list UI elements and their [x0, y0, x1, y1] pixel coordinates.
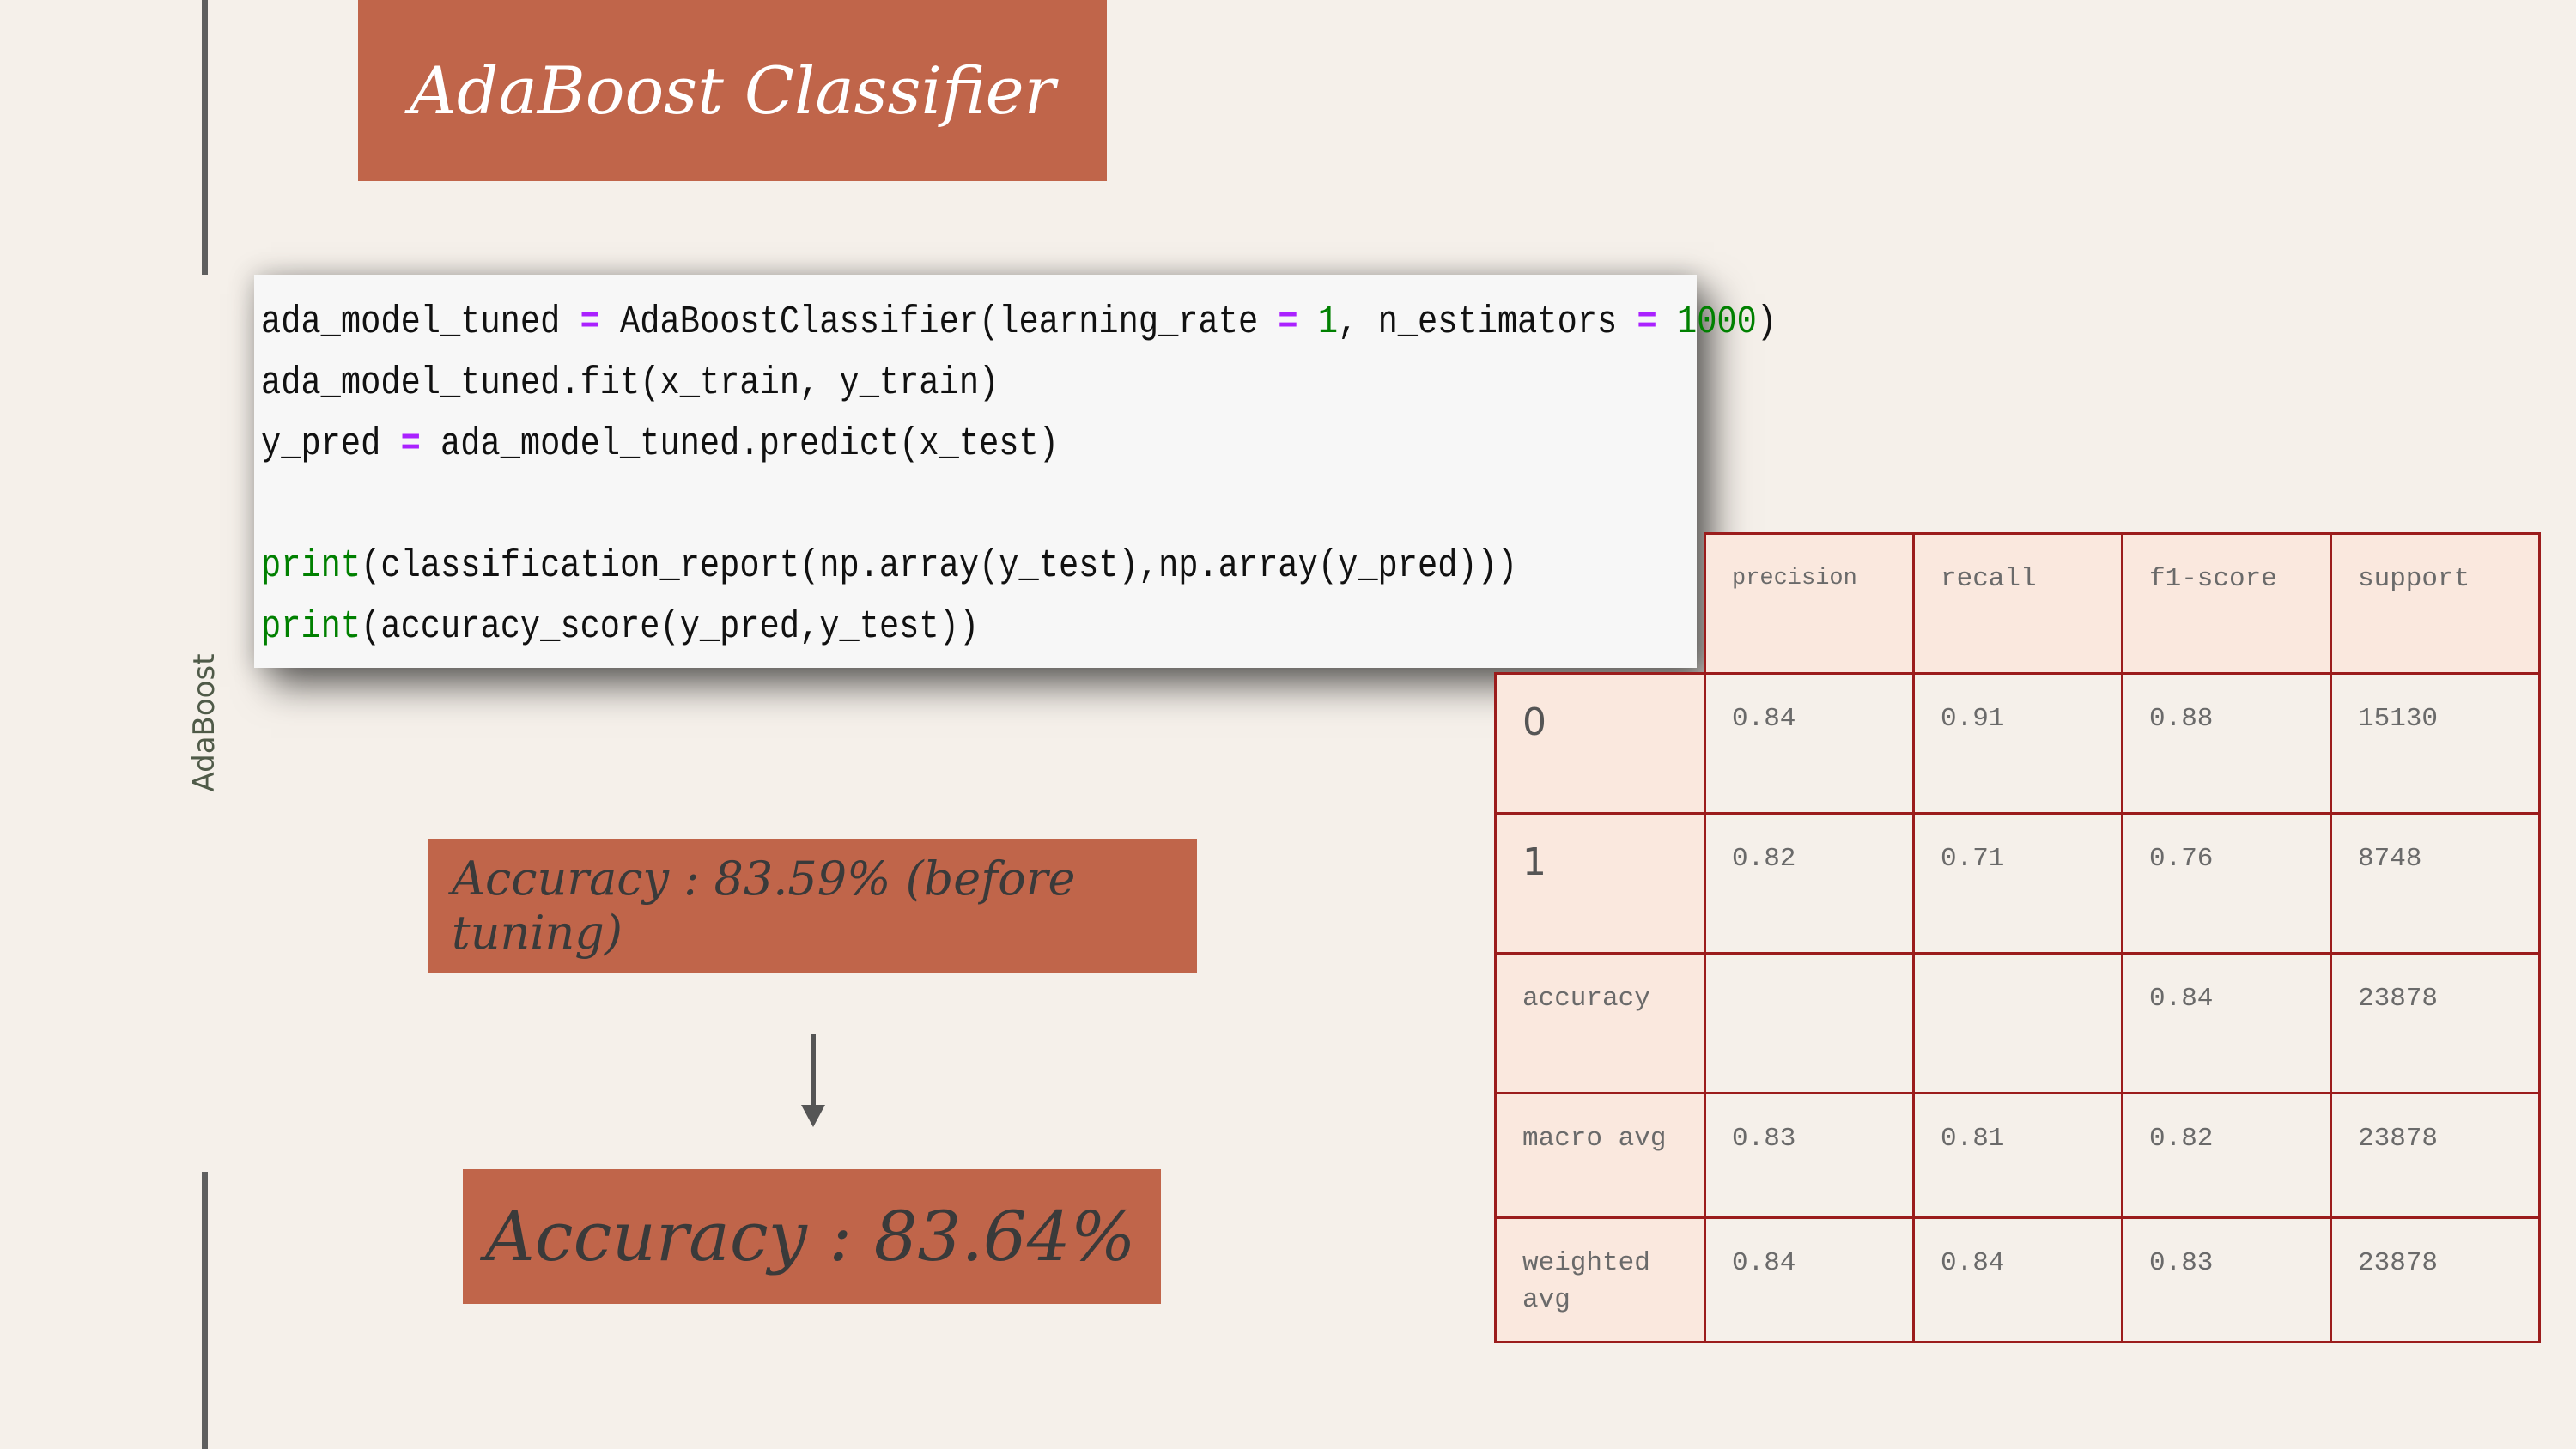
code-block: ada_model_tuned = AdaBoostClassifier(lea… — [254, 275, 1777, 668]
cell-precision: 0.83 — [1704, 1092, 1915, 1219]
cell-f1-score: 0.76 — [2121, 812, 2332, 955]
header-support: support — [2330, 532, 2541, 675]
table-row: accuracy 0.84 23878 — [1494, 952, 2541, 1094]
cell-recall: 0.81 — [1912, 1092, 2123, 1219]
cell-precision: 0.84 — [1704, 1216, 1915, 1343]
vertical-rule-bottom — [202, 1172, 208, 1449]
table-row: 1 0.82 0.71 0.76 8748 — [1494, 812, 2541, 955]
row-label: macro avg — [1494, 1092, 1706, 1219]
slide-title: AdaBoost Classifier — [410, 52, 1055, 129]
row-label: accuracy — [1494, 952, 1706, 1094]
cell-precision: 0.82 — [1704, 812, 1915, 955]
row-label: 0 — [1494, 672, 1706, 815]
row-label: 1 — [1494, 812, 1706, 955]
accuracy-before-text: Accuracy : 83.59% (before tuning) — [452, 852, 1076, 960]
side-label: AdaBoost — [187, 653, 222, 792]
cell-precision — [1704, 952, 1915, 1094]
code-line-3: y_pred = ada_model_tuned.predict(x_test) — [261, 422, 1059, 466]
cell-support: 8748 — [2330, 812, 2541, 955]
code-line-2: ada_model_tuned.fit(x_train, y_train) — [261, 361, 999, 405]
cell-f1-score: 0.82 — [2121, 1092, 2332, 1219]
cell-recall: 0.71 — [1912, 812, 2123, 955]
cell-recall: 0.91 — [1912, 672, 2123, 815]
table-corner-cell — [1495, 533, 1706, 675]
title-banner: AdaBoost Classifier — [358, 0, 1107, 181]
cell-f1-score: 0.83 — [2121, 1216, 2332, 1343]
cell-recall: 0.84 — [1912, 1216, 2123, 1343]
code-line-1: ada_model_tuned = AdaBoostClassifier(lea… — [261, 300, 1777, 344]
cell-precision: 0.84 — [1704, 672, 1915, 815]
cell-f1-score: 0.88 — [2121, 672, 2332, 815]
row-label: weighted avg — [1494, 1216, 1706, 1343]
table-row: macro avg 0.83 0.81 0.82 23878 — [1494, 1092, 2541, 1219]
header-recall: recall — [1912, 532, 2123, 675]
cell-f1-score: 0.84 — [2121, 952, 2332, 1094]
table-row: 0 0.84 0.91 0.88 15130 — [1494, 672, 2541, 815]
cell-support: 23878 — [2330, 1092, 2541, 1219]
vertical-rule-top — [202, 0, 208, 275]
header-f1-score: f1-score — [2121, 532, 2332, 675]
accuracy-before-box: Accuracy : 83.59% (before tuning) — [428, 839, 1197, 973]
code-line-5: print(accuracy_score(y_pred,y_test)) — [261, 605, 980, 649]
cell-support: 23878 — [2330, 1216, 2541, 1343]
cell-support: 15130 — [2330, 672, 2541, 815]
classification-report-table: precision recall f1-score support 0 0.84… — [1494, 532, 2541, 1343]
header-precision: precision — [1704, 532, 1915, 675]
cell-recall — [1912, 952, 2123, 1094]
table-row: weighted avg 0.84 0.84 0.83 23878 — [1494, 1216, 2541, 1343]
cell-support: 23878 — [2330, 952, 2541, 1094]
code-line-4: print(classification_report(np.array(y_t… — [261, 544, 1518, 588]
table-header-row: precision recall f1-score support — [1495, 532, 2541, 675]
accuracy-after-text: Accuracy : 83.64% — [485, 1197, 1136, 1276]
accuracy-after-box: Accuracy : 83.64% — [463, 1169, 1161, 1304]
